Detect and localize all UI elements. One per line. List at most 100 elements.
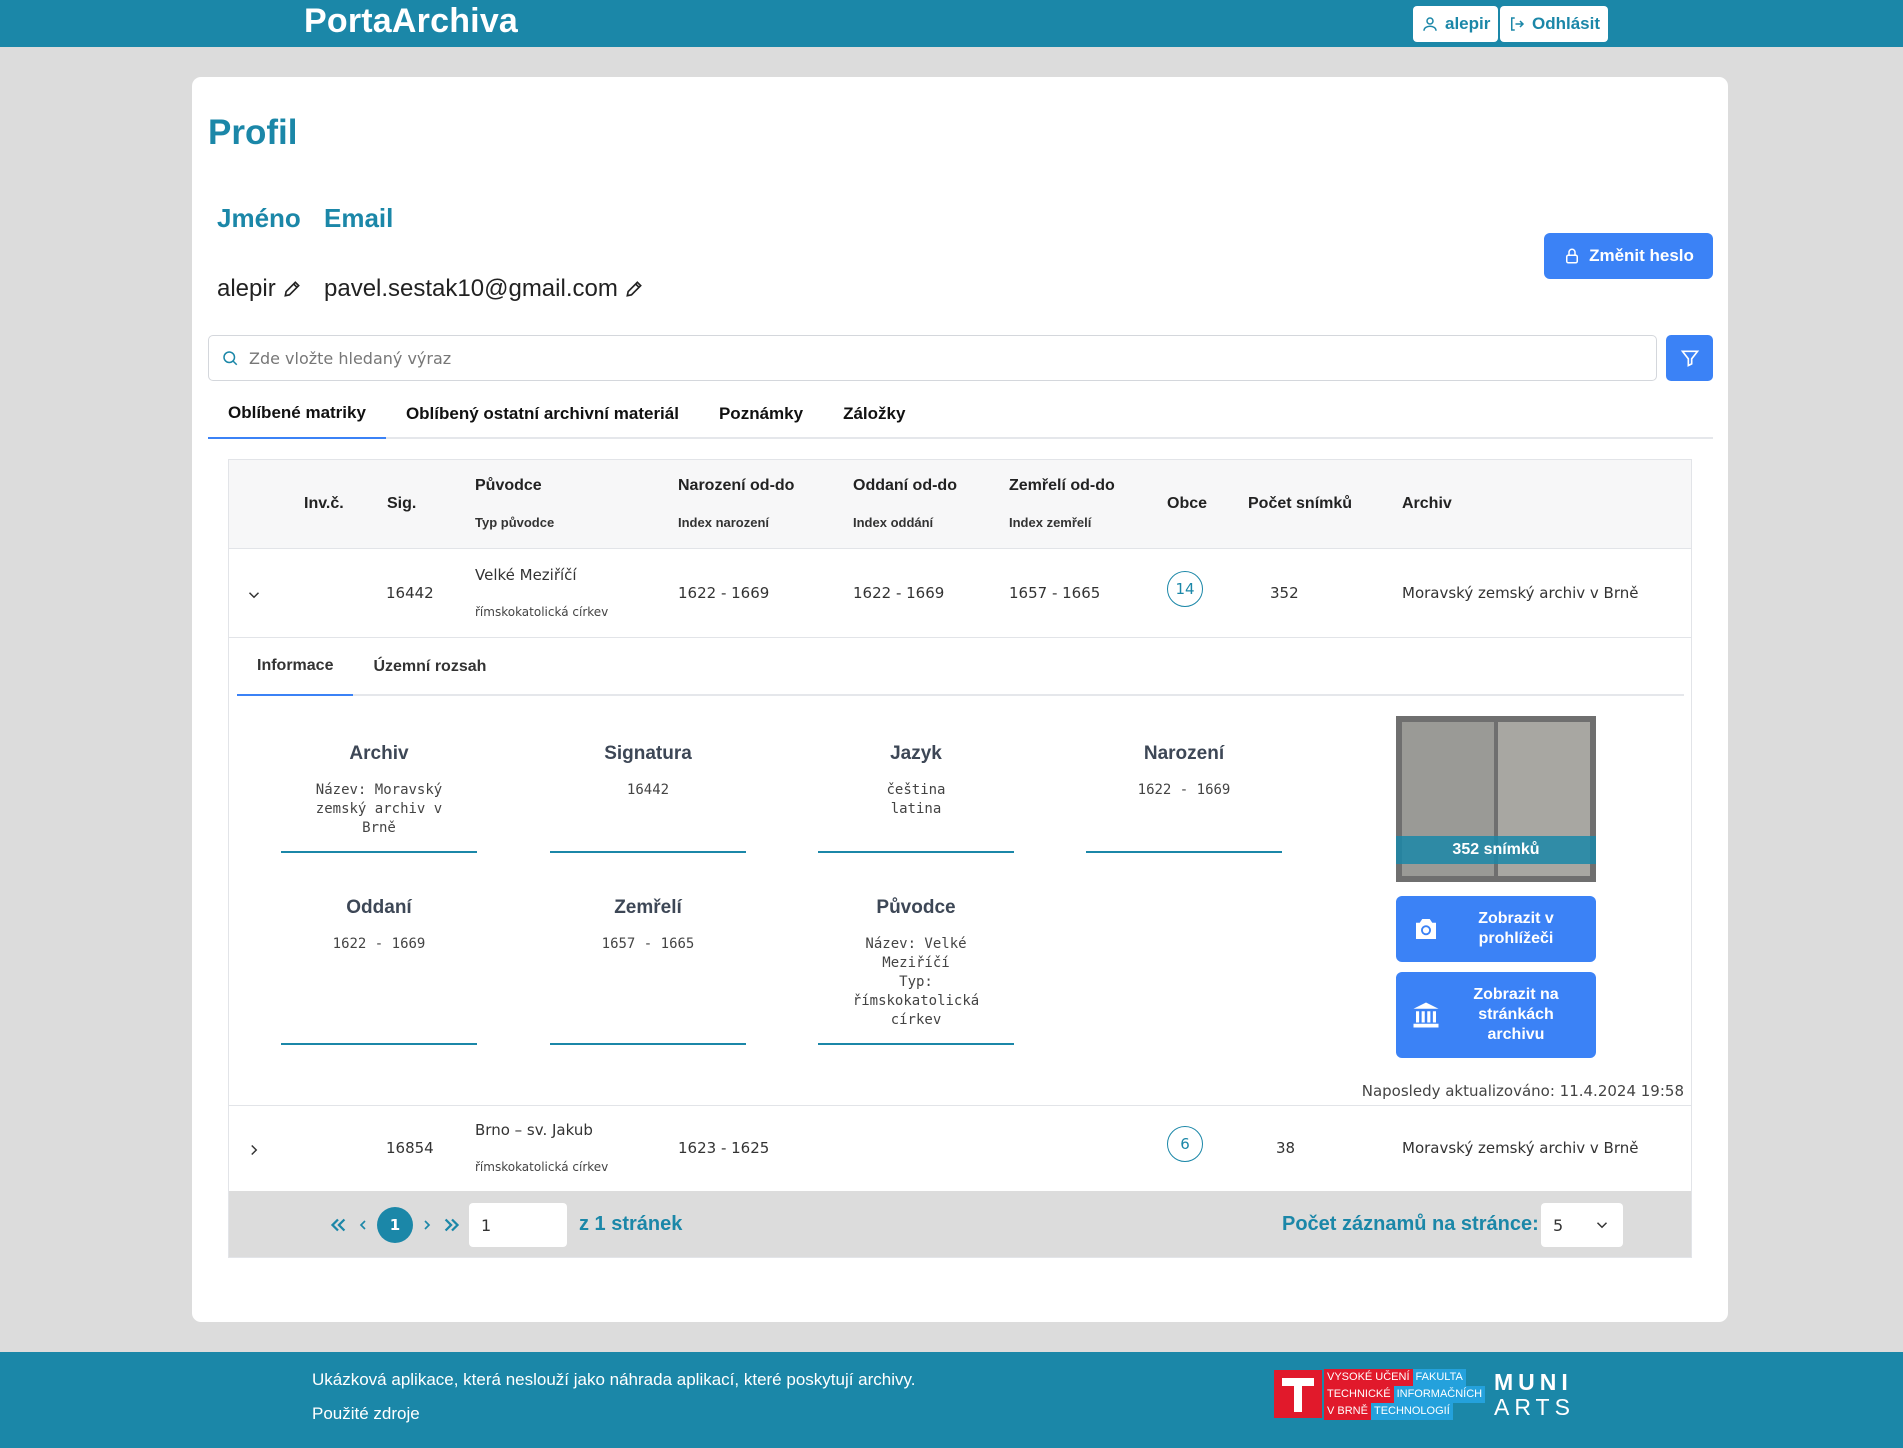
- view-in-viewer-button[interactable]: Zobrazit v prohlížeči: [1396, 896, 1596, 962]
- logout-button[interactable]: Odhlásit: [1500, 6, 1609, 42]
- view-in-viewer-label: Zobrazit v prohlížeči: [1478, 910, 1554, 947]
- info-archive-title: Archiv: [349, 743, 409, 764]
- col-inv[interactable]: Inv.č.: [304, 495, 344, 513]
- lock-icon: [1566, 248, 1579, 264]
- arts-text: ARTS: [1494, 1394, 1575, 1420]
- info-signature: Signatura 16442: [550, 743, 746, 853]
- search-icon: [223, 351, 238, 366]
- row-scans: 38: [1276, 1139, 1296, 1157]
- previous-page-icon[interactable]: [355, 1214, 371, 1236]
- row-marriage: 1622 - 1669: [853, 584, 945, 602]
- rows-per-page-value: 5: [1553, 1215, 1564, 1235]
- col-birth[interactable]: Narození od-do: [678, 477, 794, 495]
- change-password-button[interactable]: Změnit heslo: [1544, 233, 1713, 279]
- row-archive: Moravský zemský archiv v Brně: [1402, 1139, 1639, 1157]
- info-marriage-text: 1622 - 1669: [332, 936, 426, 952]
- info-signature-title: Signatura: [604, 743, 692, 764]
- col-marriage-index[interactable]: Index oddání: [853, 515, 933, 530]
- towns-count-badge[interactable]: 14: [1167, 571, 1203, 607]
- info-language-title: Jazyk: [890, 743, 942, 764]
- tab-territorial-scope[interactable]: Územní rozsah: [353, 638, 506, 696]
- institution-icon: [1413, 1002, 1439, 1028]
- edit-email-pencil-icon[interactable]: [624, 279, 644, 299]
- email-text: pavel.sestak10@gmail.com: [324, 275, 618, 302]
- profile-card: Profil Jméno Email alepir pavel.sestak10…: [192, 77, 1728, 1322]
- filter-button[interactable]: [1666, 335, 1713, 381]
- register-thumbnail[interactable]: 352 snímků: [1396, 716, 1596, 882]
- thumbnail-caption: 352 snímků: [1396, 836, 1596, 864]
- tab-notes[interactable]: Poznámky: [699, 389, 823, 439]
- row-birth: 1623 - 1625: [678, 1139, 770, 1157]
- row-scans: 352: [1270, 584, 1299, 602]
- vut-t-icon: [1282, 1378, 1314, 1412]
- first-page-icon[interactable]: [327, 1214, 349, 1236]
- tab-bookmarks[interactable]: Záložky: [823, 389, 925, 439]
- row-archive: Moravský zemský archiv v Brně: [1402, 584, 1639, 602]
- pagination-controls: 1: [327, 1207, 463, 1243]
- col-originator[interactable]: Původce: [475, 477, 542, 495]
- info-language-text: čeština latina: [886, 782, 946, 817]
- col-birth-index[interactable]: Index narození: [678, 515, 769, 530]
- col-marriage[interactable]: Oddaní od-do: [853, 477, 957, 495]
- rows-per-page-label: Počet záznamů na stránce:: [1282, 1213, 1539, 1235]
- search-input[interactable]: [249, 348, 1629, 368]
- tab-favorite-registers[interactable]: Oblíbené matriky: [208, 389, 386, 439]
- brand-logo[interactable]: PortaArchiva: [304, 2, 518, 41]
- page-title: Profil: [208, 113, 298, 152]
- edit-name-pencil-icon[interactable]: [282, 279, 302, 299]
- col-death-index[interactable]: Index zemřelí: [1009, 515, 1091, 530]
- chevron-down-icon[interactable]: [245, 586, 263, 604]
- vut-text-3b: TECHNOLOGIÍ: [1370, 1403, 1453, 1420]
- info-death-title: Zemřelí: [614, 897, 682, 918]
- last-updated-text: Naposledy aktualizováno: 11.4.2024 19:58: [1361, 1082, 1684, 1100]
- page-number-input[interactable]: [469, 1203, 567, 1247]
- row-sig: 16442: [386, 584, 434, 602]
- footer: Ukázková aplikace, která neslouží jako n…: [0, 1352, 1903, 1448]
- chevron-down-icon: [1596, 1222, 1608, 1229]
- row-sig: 16854: [386, 1139, 434, 1157]
- table-header: Inv.č. Sig. Původce Typ původce Narození…: [229, 460, 1691, 549]
- vut-text-2a: TECHNICKÉ: [1324, 1386, 1394, 1403]
- user-icon: [1423, 17, 1437, 31]
- info-birth: Narození 1622 - 1669: [1086, 743, 1282, 853]
- top-navbar: PortaArchiva alepir Odhlásit: [0, 0, 1903, 47]
- detail-tabs: Informace Územní rozsah: [237, 638, 1684, 696]
- row-death: 1657 - 1665: [1009, 584, 1101, 602]
- row-originator-type: římskokatolická církev: [475, 1160, 609, 1174]
- registers-table: Inv.č. Sig. Původce Typ původce Narození…: [228, 459, 1692, 1258]
- info-birth-text: 1622 - 1669: [1137, 782, 1231, 798]
- vut-logo-mark: [1274, 1370, 1322, 1418]
- col-death[interactable]: Zemřelí od-do: [1009, 477, 1115, 495]
- row-divider: [229, 1105, 1691, 1106]
- info-archive-text: Název: Moravský zemský archiv v Brně: [315, 782, 443, 836]
- user-button[interactable]: alepir: [1413, 6, 1499, 42]
- towns-count-badge[interactable]: 6: [1167, 1126, 1203, 1162]
- name-value: alepir: [217, 275, 302, 303]
- chevron-right-icon[interactable]: [245, 1141, 263, 1159]
- last-page-icon[interactable]: [441, 1214, 463, 1236]
- view-on-archive-label: Zobrazit na stránkách archivu: [1473, 986, 1559, 1043]
- profile-tabs: Oblíbené matriky Oblíbený ostatní archiv…: [208, 389, 1713, 439]
- info-death-text: 1657 - 1665: [601, 936, 695, 952]
- muni-arts-logo: MUNI ARTS: [1494, 1370, 1575, 1420]
- vut-logo-text: VYSOKÉ UČENÍ FAKULTA TECHNICKÉ INFORMAČNÍC…: [1324, 1369, 1486, 1420]
- current-page-button[interactable]: 1: [377, 1207, 413, 1243]
- change-password-label: Změnit heslo: [1589, 246, 1694, 265]
- row-originator: Velké Meziříčí: [475, 566, 577, 584]
- view-on-archive-button[interactable]: Zobrazit na stránkách archivu: [1396, 972, 1596, 1058]
- search-bar: [208, 335, 1657, 381]
- col-towns[interactable]: Obce: [1167, 495, 1207, 513]
- footer-sources-link[interactable]: Použité zdroje: [312, 1404, 420, 1424]
- col-originator-type[interactable]: Typ původce: [475, 515, 554, 530]
- filter-icon: [1680, 350, 1699, 367]
- info-originator-title: Původce: [876, 897, 956, 918]
- vut-text-2b: INFORMAČNÍCH: [1393, 1386, 1486, 1403]
- next-page-icon[interactable]: [419, 1214, 435, 1236]
- tab-information[interactable]: Informace: [237, 638, 354, 696]
- tab-favorite-other-material[interactable]: Oblíbený ostatní archivní materiál: [386, 389, 699, 439]
- rows-per-page-select[interactable]: 5: [1541, 1203, 1623, 1247]
- name-label: Jméno: [217, 203, 301, 233]
- col-archive[interactable]: Archiv: [1402, 495, 1452, 513]
- col-sig[interactable]: Sig.: [387, 495, 416, 513]
- col-scans[interactable]: Počet snímků: [1248, 495, 1352, 513]
